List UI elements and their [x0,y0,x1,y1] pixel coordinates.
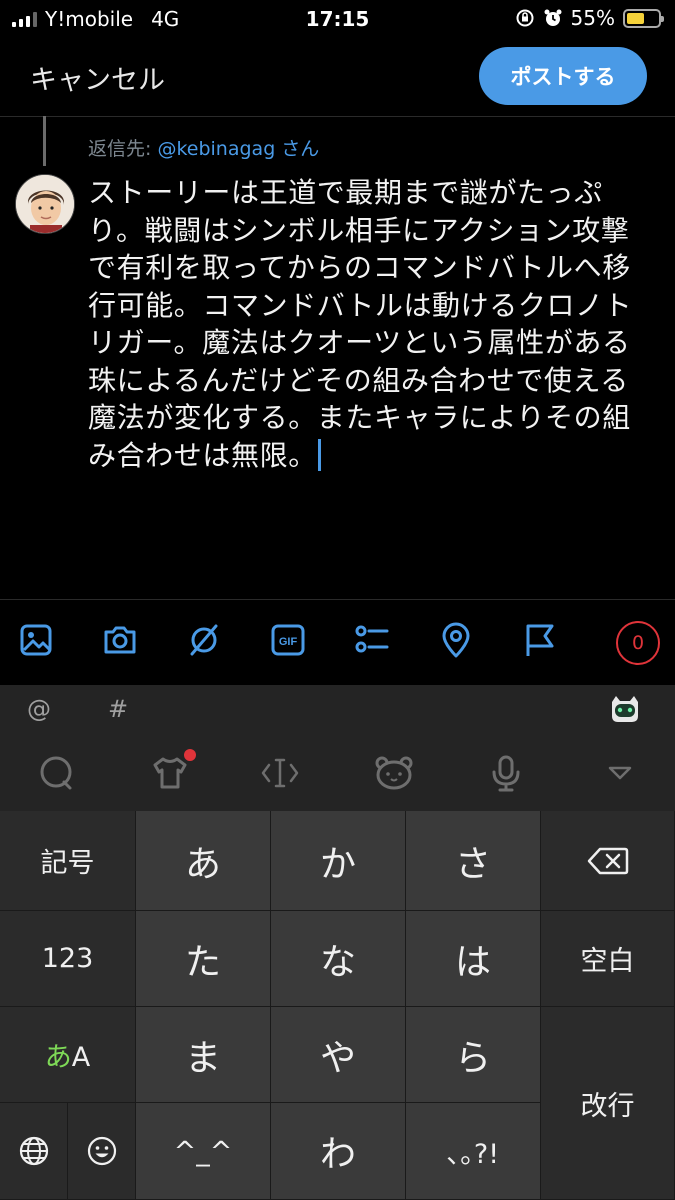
key-wa-label: わ [319,1134,356,1175]
thread-line [43,116,46,166]
location-icon[interactable] [436,620,476,660]
text-cursor [317,438,321,471]
flag-icon[interactable] [520,620,560,660]
key-enter-label: 改行 [580,1090,635,1122]
key-sa-label: さ [454,843,491,885]
tweet-text: ストーリーは王道で最期まで謎がたっぷり。戦闘はシンボル相手にアクション攻撃で有利… [88,176,633,472]
key-ta-label: た [184,941,221,983]
key-emoticon[interactable]: ^_^ [136,1103,271,1200]
reply-suffix: さん [275,138,320,160]
theme-shirt-icon[interactable] [150,749,196,793]
key-symbols[interactable]: 記号 [0,811,136,911]
keyboard-mascot-icon[interactable] [608,694,642,728]
key-numbers[interactable]: 123 [0,911,136,1007]
globe-key[interactable] [0,1103,68,1200]
tweet-text-input[interactable]: ストーリーは王道で最期まで謎がたっぷり。戦闘はシンボル相手にアクション攻撃で有利… [88,174,648,474]
reply-prefix: 返信先: [88,138,158,160]
key-emoticon-label: ^_^ [173,1135,233,1167]
keyboard-keys: 記号 あ か さ 123 た な は 空白 あA ま や ら 改行 ^_^ わ … [0,811,675,1200]
avatar-photo [16,175,74,233]
image-icon[interactable] [16,620,56,660]
battery-icon [623,8,664,28]
compose-toolbar: GIF [0,600,675,685]
status-right: 55% [515,6,664,30]
key-space[interactable]: 空白 [541,911,675,1007]
post-button[interactable]: ポストする [479,47,647,105]
key-sa[interactable]: さ [406,811,541,911]
key-ha[interactable]: は [406,911,541,1007]
key-ya[interactable]: や [271,1007,406,1103]
key-ra[interactable]: ら [406,1007,541,1103]
key-alpha-label: A [71,1042,91,1073]
key-a-label: あ [184,843,221,885]
globe-icon [19,1136,48,1166]
alarm-icon [544,9,562,26]
circle-slash-icon[interactable] [184,620,224,660]
avatar[interactable] [15,174,75,234]
key-punctuation[interactable]: ､｡?! [406,1103,541,1200]
keyboard-tools-bar [0,735,675,811]
reply-handle-link[interactable]: @kebinagag [157,138,275,160]
key-ma-label: ま [184,1037,221,1079]
gif-icon[interactable]: GIF [268,620,308,660]
sticker-bear-icon[interactable] [374,753,414,793]
battery-level [627,12,644,24]
key-ha-label: は [454,941,491,983]
key-ka[interactable]: か [271,811,406,911]
at-key[interactable]: @ [27,695,51,723]
header-divider [0,116,675,117]
poll-icon[interactable] [352,620,392,660]
key-kana-toggle[interactable]: あA [0,1007,136,1103]
keyboard: @ # 記号 あ か さ 123 た な は 空白 あA ま や ら 改行 ^_… [0,685,675,1200]
chat-bubble-icon[interactable] [36,753,76,793]
key-symbols-label: 記号 [40,848,95,879]
emoji-key[interactable] [68,1103,136,1200]
battery-percent: 55% [570,6,615,30]
status-bar: Y!mobile 4G 17:15 55% [0,0,675,38]
key-a[interactable]: あ [136,811,271,911]
key-punct-label: ､｡?! [446,1138,500,1170]
key-na[interactable]: な [271,911,406,1007]
camera-icon[interactable] [100,620,140,660]
emoji-icon [87,1136,116,1166]
hash-key[interactable]: # [108,695,128,723]
key-kana-label: あ [44,1042,72,1073]
key-ya-label: や [319,1037,356,1079]
svg-text:GIF: GIF [279,636,298,648]
voice-input-icon[interactable] [486,753,526,793]
collapse-keyboard-icon[interactable] [600,753,640,793]
key-ka-label: か [319,843,356,885]
key-wa[interactable]: わ [271,1103,406,1200]
keyboard-suggestion-bar: @ # [0,685,675,735]
backspace-icon [587,847,628,874]
key-enter[interactable]: 改行 [541,1007,675,1200]
key-na-label: な [319,941,356,983]
key-ra-label: ら [454,1037,491,1079]
key-numbers-label: 123 [41,943,94,974]
key-ma[interactable]: ま [136,1007,271,1103]
character-counter: 0 [616,621,660,665]
orientation-lock-icon [516,9,534,27]
key-ta[interactable]: た [136,911,271,1007]
cancel-button[interactable]: キャンセル [30,58,165,97]
cursor-move-icon[interactable] [260,753,300,793]
backspace-key[interactable] [541,811,675,911]
key-space-label: 空白 [580,946,635,977]
notification-dot [184,749,196,761]
reply-to-label: 返信先: @kebinagag さん [88,134,319,161]
